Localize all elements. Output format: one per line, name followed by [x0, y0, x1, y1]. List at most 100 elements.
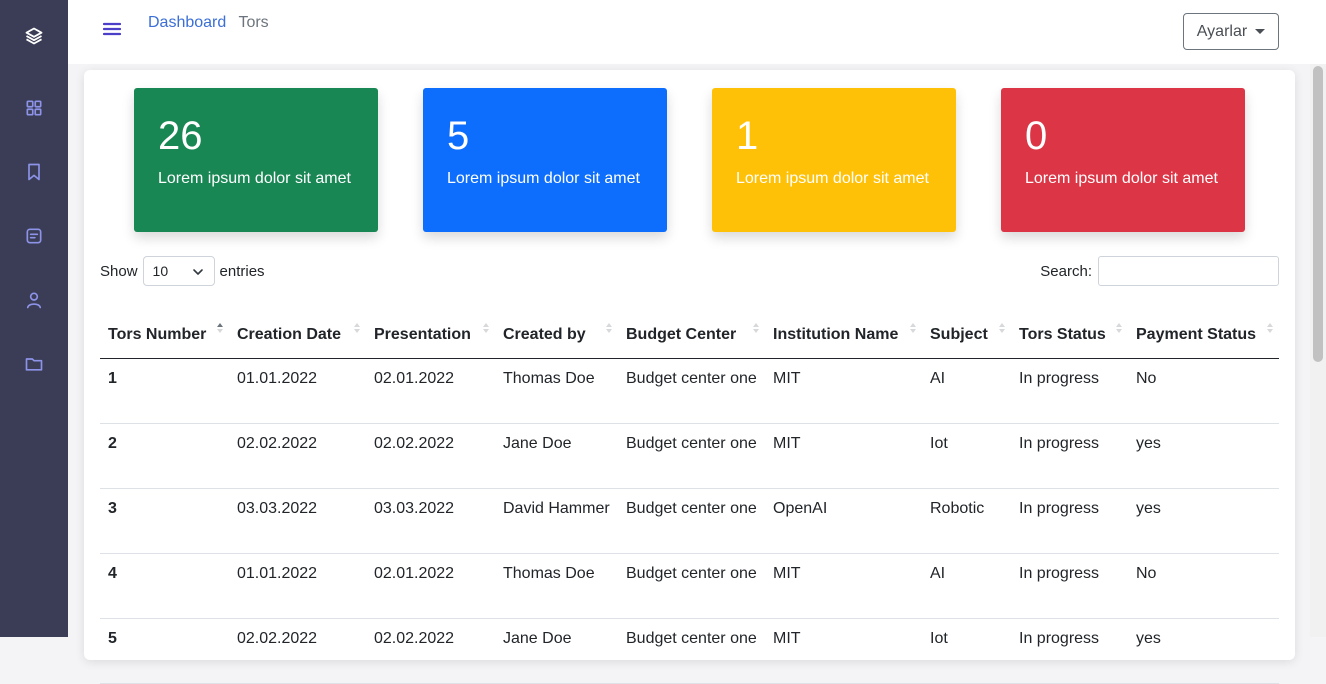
table-cell: 01.01.2022 — [229, 358, 366, 424]
table-cell: 03.03.2022 — [366, 488, 495, 554]
table-cell: In progress — [1011, 423, 1128, 489]
show-label: Show — [100, 262, 138, 280]
stat-card-red: 0 Lorem ipsum dolor sit amet — [1001, 88, 1245, 232]
table-cell: Budget center one — [618, 358, 765, 424]
settings-button-label: Ayarlar — [1196, 22, 1248, 40]
table-cell: 4 — [100, 553, 229, 619]
table-header-row: Tors Number Creation Date Presentation Crea… — [100, 300, 1279, 359]
column-header-label: Presentation — [374, 325, 471, 343]
entries-length-select[interactable]: 10 — [142, 256, 215, 286]
column-header[interactable]: Institution Name — [765, 300, 922, 359]
breadcrumb-dashboard-link[interactable]: Dashboard — [148, 14, 226, 31]
message-icon[interactable] — [24, 226, 44, 246]
sort-icon — [753, 323, 759, 333]
search-control: Search: — [1040, 256, 1279, 286]
page-scrollbar[interactable] — [1310, 64, 1326, 637]
column-header-label: Created by — [503, 325, 586, 343]
table-row[interactable]: 2 02.02.2022 02.02.2022 Jane Doe Budget cent… — [100, 423, 1279, 489]
table-cell: 02.02.2022 — [366, 423, 495, 489]
table-cell: In progress — [1011, 553, 1128, 619]
table-cell: Jane Doe — [495, 423, 618, 489]
table-cell: AI — [922, 553, 1011, 619]
table-cell: In progress — [1011, 618, 1128, 684]
column-header[interactable]: Budget Center — [618, 300, 765, 359]
settings-dropdown-button[interactable]: Ayarlar — [1183, 13, 1279, 50]
table-cell: 3 — [100, 488, 229, 554]
search-label: Search: — [1040, 262, 1092, 280]
table-cell: 01.01.2022 — [229, 553, 366, 619]
table-cell: 02.02.2022 — [366, 618, 495, 684]
menu-toggle-icon[interactable] — [102, 20, 122, 38]
column-header[interactable]: Presentation — [366, 300, 495, 359]
table-cell: 02.01.2022 — [366, 358, 495, 424]
table-cell: 02.01.2022 — [366, 553, 495, 619]
column-header-label: Payment Status — [1136, 325, 1257, 343]
sort-icon — [483, 323, 489, 333]
table-cell: yes — [1128, 618, 1279, 684]
column-header[interactable]: Tors Status — [1011, 300, 1128, 359]
grid-icon[interactable] — [24, 98, 44, 118]
folder-icon[interactable] — [24, 354, 44, 374]
table-cell: 1 — [100, 358, 229, 424]
table-cell: Iot — [922, 618, 1011, 684]
column-header[interactable]: Payment Status — [1128, 300, 1279, 359]
table-cell: No — [1128, 553, 1279, 619]
stat-card-yellow: 1 Lorem ipsum dolor sit amet — [712, 88, 956, 232]
table-cell: In progress — [1011, 358, 1128, 424]
stat-card-blue: 5 Lorem ipsum dolor sit amet — [423, 88, 667, 232]
caret-down-icon — [1255, 29, 1266, 34]
table-cell: MIT — [765, 358, 922, 424]
table-cell: AI — [922, 358, 1011, 424]
stat-label: Lorem ipsum dolor sit amet — [1025, 170, 1218, 187]
stat-value: 0 — [1025, 114, 1048, 158]
sort-icon — [354, 323, 360, 333]
table-cell: MIT — [765, 553, 922, 619]
table-cell: MIT — [765, 423, 922, 489]
stat-value: 5 — [447, 114, 470, 158]
user-icon[interactable] — [24, 290, 44, 310]
column-header-label: Institution Name — [773, 325, 899, 343]
top-bar: Dashboard Tors Ayarlar — [68, 0, 1326, 64]
table-cell: Budget center one — [618, 423, 765, 489]
table-row[interactable]: 4 01.01.2022 02.01.2022 Thomas Doe Budget ce… — [100, 553, 1279, 619]
stat-value: 26 — [158, 114, 203, 158]
table-cell: 5 — [100, 618, 229, 684]
sort-ascending-icon — [217, 323, 223, 333]
table-cell: MIT — [765, 618, 922, 684]
sort-icon — [606, 323, 612, 333]
entries-label: entries — [219, 262, 265, 280]
breadcrumb: Dashboard Tors — [148, 14, 269, 32]
tors-table: Tors Number Creation Date Presentation Crea… — [100, 300, 1279, 684]
table-row[interactable]: 3 03.03.2022 03.03.2022 David Hammer Budget … — [100, 488, 1279, 554]
main-content-card: 26 Lorem ipsum dolor sit amet 5 Lorem ip… — [84, 70, 1295, 684]
search-input[interactable] — [1098, 256, 1279, 286]
sort-icon — [999, 323, 1005, 333]
column-header[interactable]: Creation Date — [229, 300, 366, 359]
column-header-label: Subject — [930, 325, 988, 343]
table-cell: Budget center one — [618, 488, 765, 554]
breadcrumb-current: Tors — [238, 14, 269, 31]
table-cell: In progress — [1011, 488, 1128, 554]
table-cell: David Hammer — [495, 488, 618, 554]
table-cell: yes — [1128, 423, 1279, 489]
column-header-label: Tors Status — [1019, 325, 1106, 343]
sidebar — [0, 0, 68, 637]
table-cell: Robotic — [922, 488, 1011, 554]
table-controls: Show 10 entries Search: — [100, 256, 1279, 288]
scrollbar-thumb[interactable] — [1313, 66, 1323, 362]
table-cell: 02.02.2022 — [229, 618, 366, 684]
column-header[interactable]: Created by — [495, 300, 618, 359]
stat-card-total: 26 Lorem ipsum dolor sit amet — [134, 88, 378, 232]
table-cell: Jane Doe — [495, 618, 618, 684]
sort-icon — [1116, 323, 1122, 333]
table-row[interactable]: 1 01.01.2022 02.01.2022 Thomas Doe Budget ce… — [100, 358, 1279, 424]
bookmark-icon[interactable] — [24, 162, 44, 182]
table-cell: Thomas Doe — [495, 358, 618, 424]
table-cell: No — [1128, 358, 1279, 424]
table-cell: 2 — [100, 423, 229, 489]
column-header[interactable]: Subject — [922, 300, 1011, 359]
table-row[interactable]: 5 02.02.2022 02.02.2022 Jane Doe Budget cent… — [100, 618, 1279, 684]
layers-icon[interactable] — [24, 26, 44, 46]
column-header-label: Tors Number — [108, 325, 207, 343]
column-header[interactable]: Tors Number — [100, 300, 229, 359]
